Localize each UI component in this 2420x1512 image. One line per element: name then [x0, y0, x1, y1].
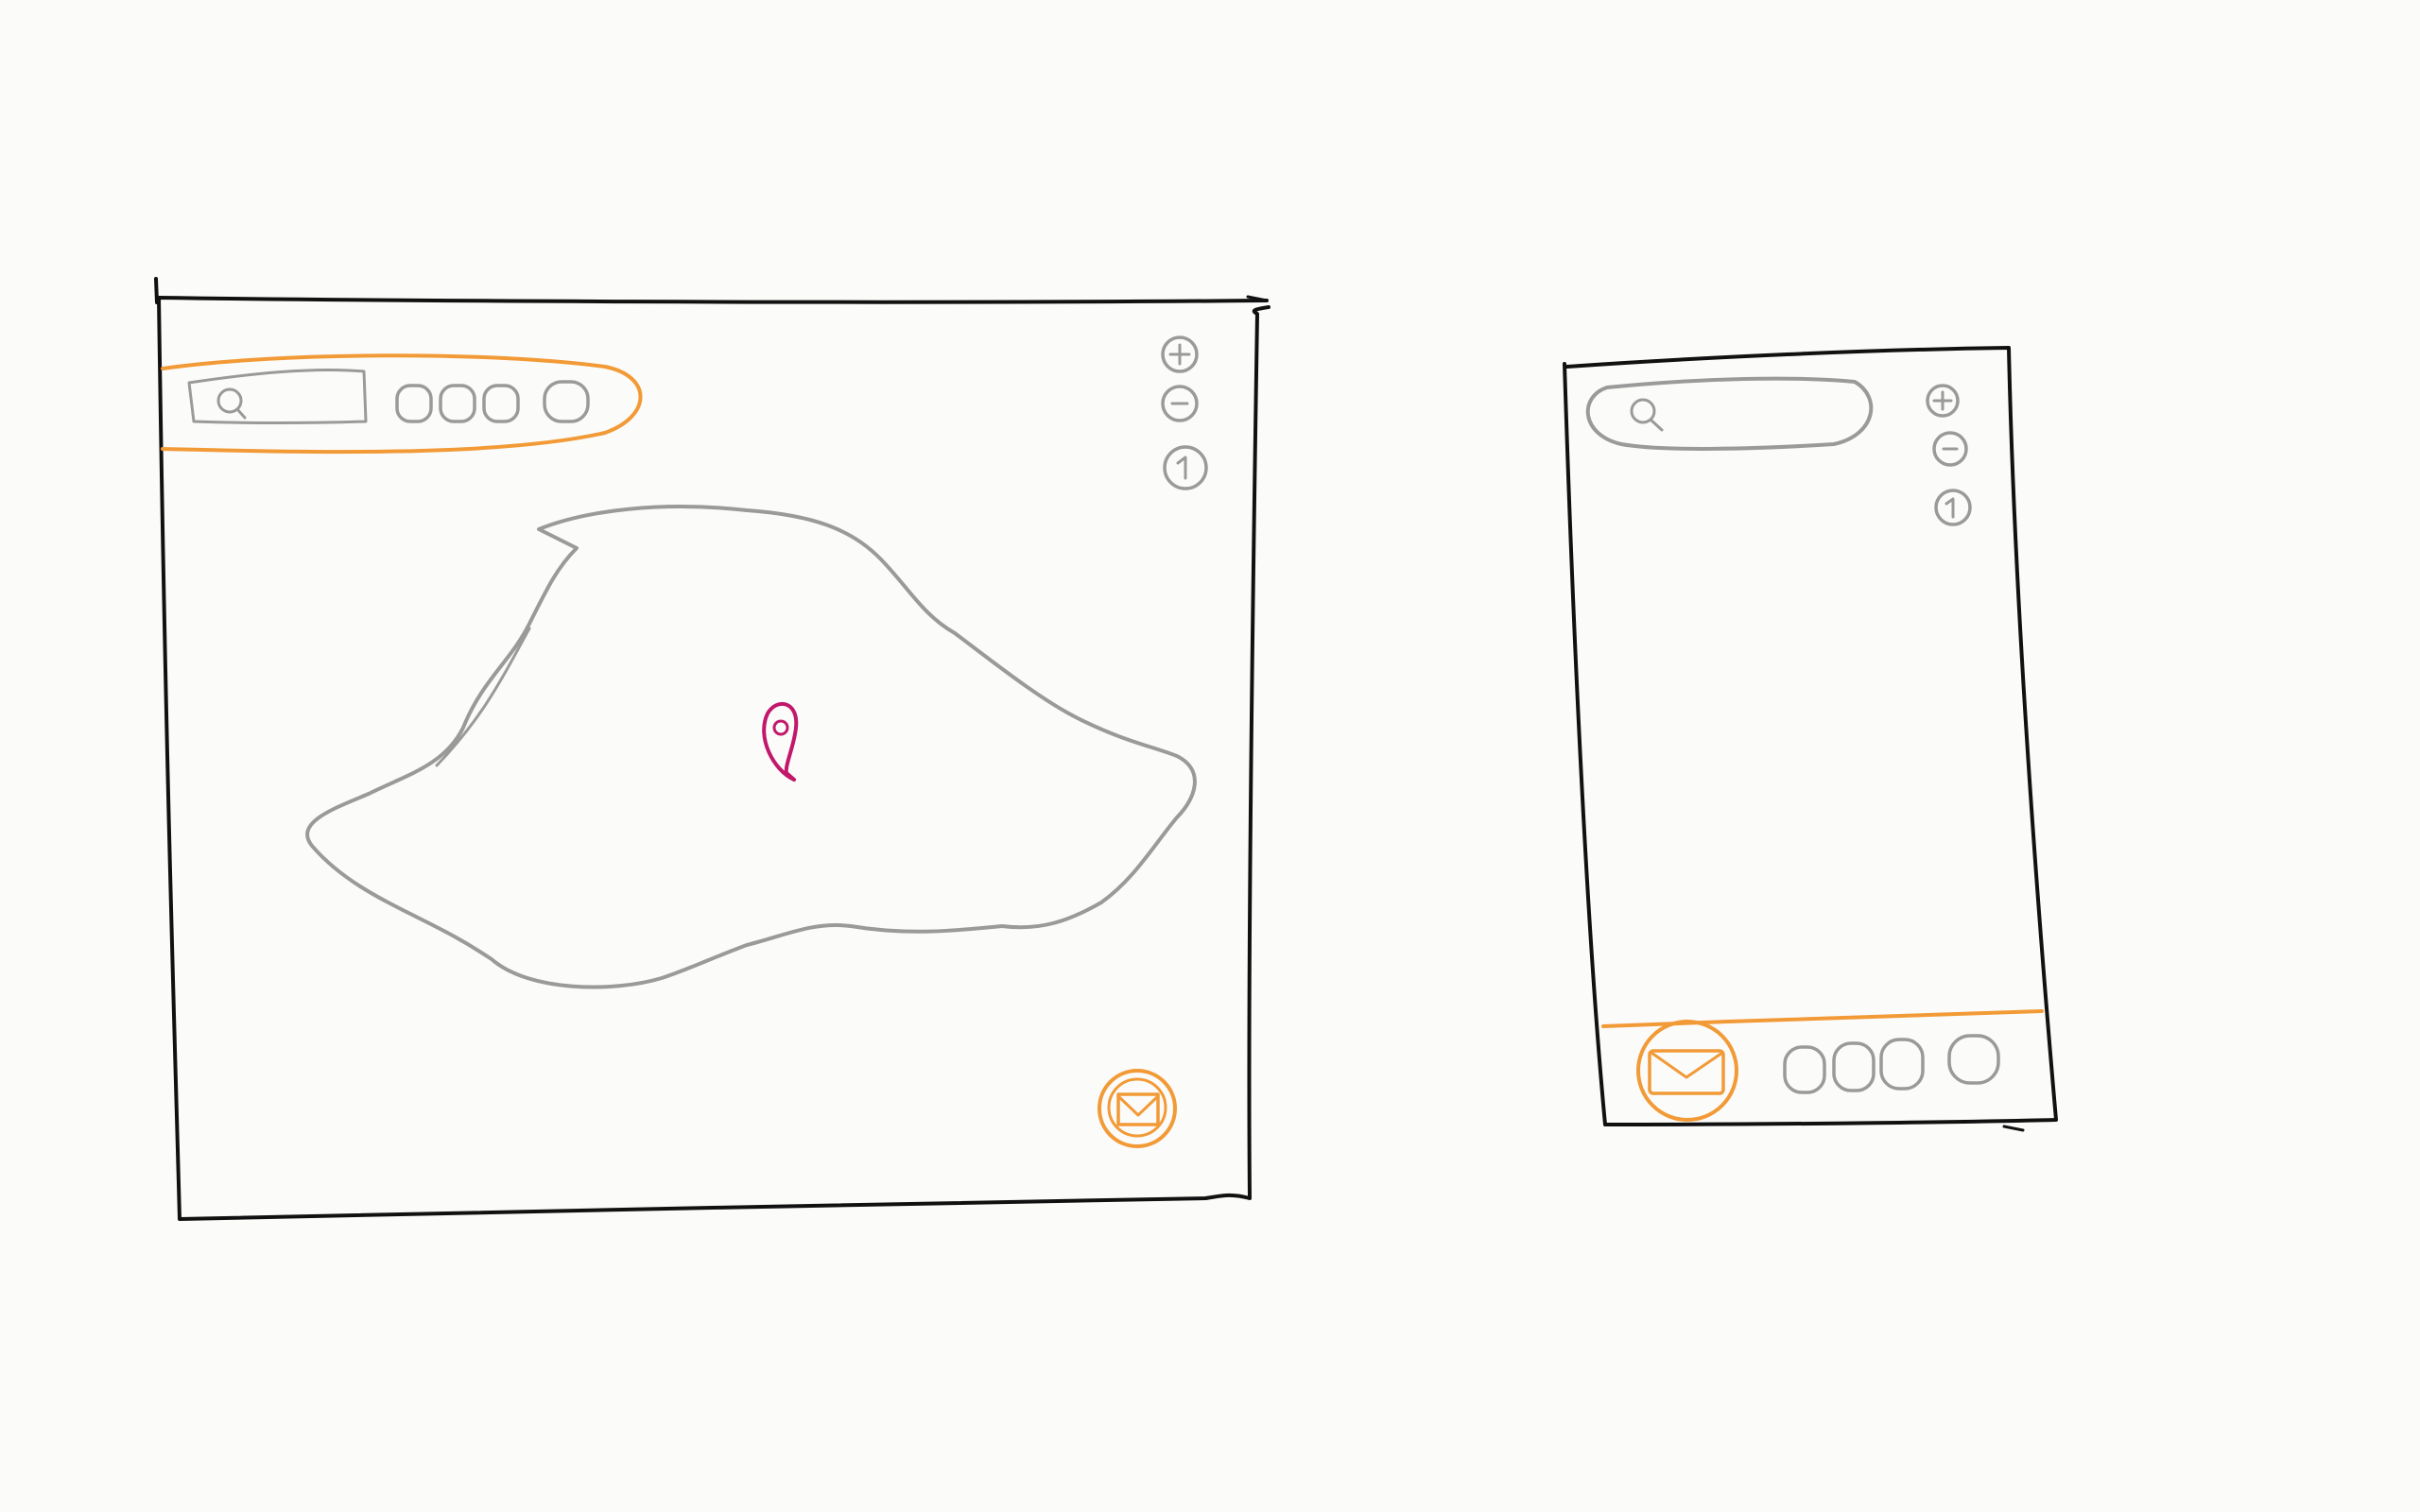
- map-region[interactable]: [305, 505, 1197, 989]
- mail-icon: [1116, 1092, 1160, 1126]
- zoom-in-button[interactable]: [1161, 335, 1199, 373]
- toolbar-button[interactable]: [439, 384, 476, 423]
- locate-icon: [1945, 497, 1955, 519]
- plus-icon: [1168, 343, 1191, 366]
- zoom-in-button[interactable]: [1926, 384, 1960, 418]
- bottom-bar-button[interactable]: [1783, 1045, 1826, 1094]
- desktop-mail-fab[interactable]: [1098, 1069, 1177, 1148]
- desktop-frame: [154, 277, 1270, 1221]
- zoom-out-button[interactable]: [1932, 431, 1968, 467]
- bottom-bar-button[interactable]: [1947, 1034, 2000, 1085]
- toolbar-button[interactable]: [395, 384, 433, 423]
- search-icon: [1630, 398, 1664, 432]
- zoom-out-button[interactable]: [1161, 385, 1199, 422]
- map-pin-icon[interactable]: [762, 702, 799, 782]
- desktop-zoom-controls[interactable]: [1161, 335, 1208, 490]
- toolbar-button[interactable]: [482, 384, 520, 423]
- stray-mark: [1643, 809, 1647, 813]
- mobile-search-bar[interactable]: [1585, 376, 1874, 451]
- locate-button[interactable]: [1163, 445, 1208, 490]
- toolbar-button[interactable]: [543, 380, 590, 423]
- mail-icon: [1648, 1049, 1725, 1095]
- bottom-bar-button[interactable]: [1879, 1038, 1925, 1091]
- mobile-mail-button[interactable]: [1636, 1020, 1738, 1122]
- locate-icon: [1176, 455, 1187, 480]
- plus-icon: [1932, 390, 1953, 411]
- desktop-search-bar[interactable]: [161, 353, 643, 455]
- bottom-bar-button[interactable]: [1832, 1041, 1876, 1092]
- desktop-toolbar-buttons[interactable]: [395, 380, 590, 423]
- locate-button[interactable]: [1934, 489, 1972, 526]
- mobile-bottom-bar[interactable]: [1601, 1009, 2044, 1122]
- wireframe-sketch: [154, 277, 2058, 1221]
- search-icon: [216, 387, 247, 420]
- mobile-zoom-controls[interactable]: [1926, 384, 1972, 526]
